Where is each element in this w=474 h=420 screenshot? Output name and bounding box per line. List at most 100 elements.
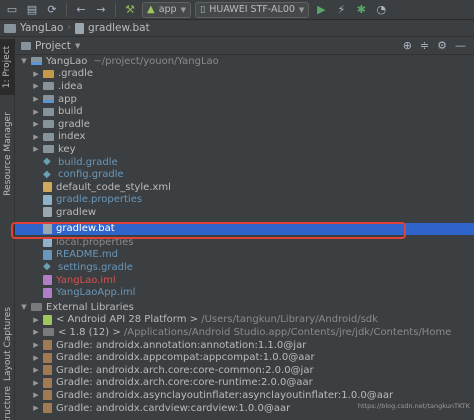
tree-item-jdk[interactable]: ▶ < 1.8 (12) > /Applications/Android Stu… bbox=[15, 326, 474, 339]
library-icon bbox=[31, 303, 42, 312]
tree-item-build[interactable]: ▶ build bbox=[15, 105, 474, 118]
jdk-icon bbox=[43, 328, 54, 337]
tree-item-yanglao-iml[interactable]: YangLao.iml bbox=[15, 274, 474, 287]
tree-item-library[interactable]: ▶ Gradle: androidx.appcompat:appcompat:1… bbox=[15, 351, 474, 364]
chevron-right-icon[interactable]: ▶ bbox=[31, 379, 41, 387]
run-config-select[interactable]: ▲ app ▼ bbox=[142, 1, 191, 18]
chevron-right-icon[interactable]: ▶ bbox=[31, 70, 41, 78]
chevron-right-icon[interactable]: ▶ bbox=[31, 354, 41, 362]
tree-item-config-gradle[interactable]: ◆ config.gradle bbox=[15, 168, 474, 181]
chevron-right-icon[interactable]: ▶ bbox=[31, 108, 41, 116]
jar-icon bbox=[43, 390, 52, 401]
tab-resource-label: Resource Manager bbox=[2, 112, 13, 196]
tree-item-settings-gradle[interactable]: ◆ settings.gradle bbox=[15, 261, 474, 274]
back-icon[interactable]: ← bbox=[73, 2, 89, 18]
apply-changes-icon[interactable]: ⚡ bbox=[333, 2, 349, 18]
chevron-right-icon[interactable]: ▶ bbox=[31, 316, 41, 324]
tree-item-label: gradlew.bat bbox=[56, 223, 115, 235]
tab-resource-manager[interactable]: Resource Manager bbox=[0, 105, 15, 203]
module-folder-icon bbox=[31, 57, 42, 66]
chevron-down-icon[interactable]: ▼ bbox=[75, 42, 80, 50]
tree-item-label: Gradle: androidx.arch.core:core-common:2… bbox=[56, 364, 314, 376]
hide-icon[interactable]: — bbox=[455, 39, 466, 52]
chevron-right-icon[interactable]: ▶ bbox=[31, 404, 41, 412]
chevron-right-icon[interactable]: ▶ bbox=[31, 145, 41, 153]
panel-title[interactable]: Project bbox=[35, 40, 71, 52]
tree-item-local-properties[interactable]: local.properties bbox=[15, 236, 474, 249]
folder-icon bbox=[43, 132, 54, 141]
tree-item-build-gradle[interactable]: ◆ build.gradle bbox=[15, 156, 474, 169]
tab-layout-captures[interactable]: Layout Captures bbox=[0, 299, 15, 389]
tree-item-label: build.gradle bbox=[58, 156, 118, 168]
tree-item-library[interactable]: ▶ Gradle: androidx.arch.core:core-common… bbox=[15, 364, 474, 377]
tree-item-android-sdk[interactable]: ▶ < Android API 28 Platform > /Users/tan… bbox=[15, 314, 474, 327]
run-icon[interactable]: ▶ bbox=[313, 2, 329, 18]
tree-item-key[interactable]: ▶ key bbox=[15, 143, 474, 156]
breadcrumb-project[interactable]: YangLao bbox=[20, 22, 63, 34]
chevron-right-icon[interactable]: ▶ bbox=[31, 341, 41, 349]
device-label: HUAWEI STF-AL00 bbox=[209, 4, 295, 15]
tree-item-label: Gradle: androidx.asynclayoutinflater:asy… bbox=[56, 389, 394, 401]
tree-item-gradle-folder[interactable]: ▶ gradle bbox=[15, 118, 474, 131]
collapse-icon[interactable]: ≑ bbox=[420, 39, 429, 52]
profile-icon[interactable]: ◔ bbox=[373, 2, 389, 18]
chevron-down-icon[interactable]: ▼ bbox=[19, 303, 29, 311]
tree-item-library[interactable]: ▶ Gradle: androidx.arch.core:core-runtim… bbox=[15, 377, 474, 390]
tree-item-idea[interactable]: ▶ .idea bbox=[15, 80, 474, 93]
tree-item-path: /Users/tangkun/Library/Android/sdk bbox=[201, 314, 378, 326]
tool-window-stripe: 1: Project Resource Manager Layout Captu… bbox=[0, 37, 15, 420]
project-panel-header: Project ▼ ⊕ ≑ ⚙ — bbox=[15, 37, 474, 55]
tree-item-gradle-dir[interactable]: ▶ .gradle bbox=[15, 68, 474, 81]
tree-item-gradlew-bat[interactable]: gradlew.bat bbox=[15, 222, 474, 236]
gear-icon[interactable]: ⚙ bbox=[437, 39, 447, 52]
folder-icon[interactable]: ▭ bbox=[4, 2, 20, 18]
tree-item-library[interactable]: ▶ Gradle: androidx.asynclayoutinflater:a… bbox=[15, 389, 474, 402]
tree-item-yanglaoapp-iml[interactable]: YangLaoApp.iml bbox=[15, 286, 474, 299]
jar-icon bbox=[43, 403, 52, 414]
tree-item-gradle-properties[interactable]: gradle.properties bbox=[15, 194, 474, 207]
tree-item-label: YangLao.iml bbox=[56, 274, 116, 286]
tree-item-app[interactable]: ▶ app bbox=[15, 93, 474, 106]
tab-structure[interactable]: Structure bbox=[0, 377, 15, 420]
folder-icon bbox=[4, 23, 16, 33]
chevron-right-icon[interactable]: ▶ bbox=[31, 82, 41, 90]
gradle-icon: ◆ bbox=[43, 156, 51, 168]
file-icon bbox=[75, 22, 85, 34]
tree-item-code-style[interactable]: default_code_style.xml bbox=[15, 181, 474, 194]
tab-captures-label: Layout Captures bbox=[2, 307, 13, 381]
chevron-right-icon[interactable]: ▶ bbox=[31, 391, 41, 399]
chevron-right-icon[interactable]: ▶ bbox=[31, 366, 41, 374]
chevron-right-icon[interactable]: ▶ bbox=[31, 95, 41, 103]
tab-project-label: 1: Project bbox=[2, 45, 13, 89]
save-icon[interactable]: ▤ bbox=[24, 2, 40, 18]
breadcrumb-file[interactable]: gradlew.bat bbox=[88, 22, 150, 34]
tree-item-label: key bbox=[58, 143, 76, 155]
chevron-down-icon: ▼ bbox=[180, 5, 186, 14]
hammer-icon[interactable]: ⚒ bbox=[122, 2, 138, 18]
tree-item-label: gradle bbox=[58, 118, 90, 130]
tree-item-label: index bbox=[58, 131, 86, 143]
chevron-right-icon[interactable]: ▶ bbox=[31, 133, 41, 141]
tree-item-label: External Libraries bbox=[46, 301, 134, 313]
project-view-icon bbox=[21, 41, 31, 50]
tree-item-readme[interactable]: README.md bbox=[15, 249, 474, 262]
chevron-right-icon[interactable]: ▶ bbox=[31, 328, 41, 336]
tab-project[interactable]: 1: Project bbox=[0, 39, 15, 95]
tree-item-path: /Applications/Android Studio.app/Content… bbox=[123, 326, 452, 338]
tree-item-root[interactable]: ▼ YangLao ~/project/youon/YangLao bbox=[15, 55, 474, 68]
sync-icon[interactable]: ⟳ bbox=[44, 2, 60, 18]
toolbar-divider bbox=[66, 2, 67, 17]
device-select[interactable]: ▯ HUAWEI STF-AL00 ▼ bbox=[194, 1, 310, 18]
locate-icon[interactable]: ⊕ bbox=[403, 39, 412, 52]
tree-item-gradlew[interactable]: gradlew bbox=[15, 206, 474, 219]
tree-item-label: Gradle: androidx.appcompat:appcompat:1.0… bbox=[56, 352, 315, 364]
chevron-down-icon[interactable]: ▼ bbox=[19, 57, 29, 65]
tree-item-index[interactable]: ▶ index bbox=[15, 131, 474, 144]
forward-icon[interactable]: → bbox=[93, 2, 109, 18]
tree-item-external-libraries[interactable]: ▼ External Libraries bbox=[15, 301, 474, 314]
sdk-icon bbox=[43, 314, 52, 325]
debug-icon[interactable]: ✱ bbox=[353, 2, 369, 18]
jar-icon bbox=[43, 365, 52, 376]
tree-item-library[interactable]: ▶ Gradle: androidx.annotation:annotation… bbox=[15, 339, 474, 352]
chevron-right-icon[interactable]: ▶ bbox=[31, 120, 41, 128]
